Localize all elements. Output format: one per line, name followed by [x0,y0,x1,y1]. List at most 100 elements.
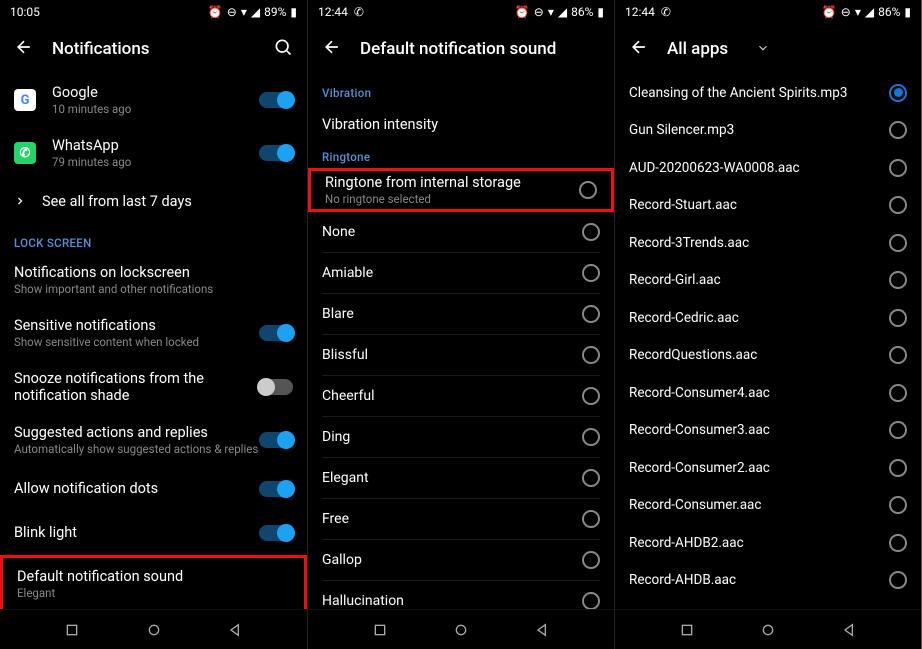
ringtone-row[interactable]: None [308,212,614,252]
radio-icon[interactable] [889,234,907,252]
setting-sub: Elegant [17,586,290,601]
radio-icon[interactable] [889,571,907,589]
radio-icon[interactable] [889,84,907,102]
radio-icon[interactable] [889,309,907,327]
app-row[interactable]: ✆ WhatsApp 79 minutes ago [0,127,307,180]
radio-icon[interactable] [582,428,600,446]
radio-icon[interactable] [582,469,600,487]
radio-icon[interactable] [889,459,907,477]
nav-back-icon[interactable] [840,621,858,639]
radio-icon[interactable] [889,196,907,214]
radio-icon[interactable] [582,510,600,528]
radio-icon[interactable] [582,223,600,241]
radio-icon[interactable] [889,421,907,439]
ringtone-row[interactable]: Cheerful [308,376,614,416]
setting-row[interactable]: Blink light [0,511,307,555]
nav-home-icon[interactable] [452,621,470,639]
status-time: 12:44 [625,5,655,19]
setting-row[interactable]: Snooze notifications from the notificati… [0,360,307,414]
vibration-intensity-row[interactable]: Vibration intensity [308,104,614,144]
radio-icon[interactable] [582,551,600,569]
toggle-switch[interactable] [259,432,293,448]
file-row[interactable]: RecordQuestions.aac [615,337,921,375]
back-icon[interactable] [322,37,342,61]
radio-icon[interactable] [889,534,907,552]
back-icon[interactable] [14,37,34,61]
nav-home-icon[interactable] [759,621,777,639]
dropdown-icon[interactable] [756,40,770,59]
radio-icon[interactable] [889,271,907,289]
file-row[interactable]: Record-Consumer3.aac [615,412,921,450]
ringtone-row[interactable]: Elegant [308,458,614,498]
content-scroll[interactable]: G Google 10 minutes ago ✆ WhatsApp 79 mi… [0,74,307,609]
radio-icon[interactable] [889,496,907,514]
nav-back-icon[interactable] [226,621,244,639]
file-row[interactable]: Record-Consumer2.aac [615,449,921,487]
radio-icon[interactable] [582,305,600,323]
see-all-label: See all from last 7 days [42,193,192,210]
toggle-switch[interactable] [259,145,293,161]
file-row[interactable]: Record-Cedric.aac [615,299,921,337]
setting-sub: Automatically show suggested actions & r… [14,442,259,457]
toggle-switch[interactable] [259,379,293,395]
file-row[interactable]: Record-3Trends.aac [615,224,921,262]
alarm-icon: ⏰ [822,5,837,19]
file-row[interactable]: Record-Consumer4.aac [615,374,921,412]
setting-row[interactable]: Suggested actions and repliesAutomatical… [0,414,307,467]
search-icon[interactable] [273,37,293,61]
ringtone-storage-row[interactable]: Ringtone from internal storage No ringto… [308,168,614,212]
nav-home-icon[interactable] [145,621,163,639]
radio-icon[interactable] [889,346,907,364]
radio-icon[interactable] [889,121,907,139]
content-scroll[interactable]: Cleansing of the Ancient Spirits.mp3 Gun… [615,74,921,609]
wifi-icon: ▾ [241,5,247,19]
radio-icon[interactable] [582,346,600,364]
setting-row[interactable]: Notifications on lockscreenShow importan… [0,254,307,307]
setting-row[interactable]: Allow notification dots [0,467,307,511]
setting-title: Blink light [14,524,259,541]
nav-recent-icon[interactable] [678,621,696,639]
setting-row[interactable]: Sensitive notificationsShow sensitive co… [0,307,307,360]
file-row[interactable]: Cleansing of the Ancient Spirits.mp3 [615,74,921,112]
file-row[interactable]: Gun Silencer.mp3 [615,112,921,150]
file-row[interactable]: Record-Consumer.aac [615,487,921,525]
ringtone-row[interactable]: Ding [308,417,614,457]
nav-recent-icon[interactable] [63,621,81,639]
nav-recent-icon[interactable] [371,621,389,639]
toggle-switch[interactable] [259,325,293,341]
toggle-switch[interactable] [259,92,293,108]
see-all-row[interactable]: See all from last 7 days [0,180,307,224]
ringtone-row[interactable]: Free [308,499,614,539]
header: All apps [615,24,921,74]
back-icon[interactable] [629,37,649,61]
radio-icon[interactable] [889,159,907,177]
radio-icon[interactable] [582,592,600,609]
status-bar: 10:05 ⏰ ⊖ ▾ ◢ 89% ▮ [0,0,307,24]
file-name: Gun Silencer.mp3 [629,122,734,138]
file-row[interactable]: Record-AHDB2.aac [615,524,921,562]
content-scroll[interactable]: Vibration Vibration intensity Ringtone R… [308,74,614,609]
radio-icon[interactable] [889,384,907,402]
radio-icon[interactable] [582,264,600,282]
ringtone-row[interactable]: Blare [308,294,614,334]
dnd-icon: ⊖ [841,5,851,19]
file-row[interactable]: Record-AHDB.aac [615,562,921,600]
file-row[interactable]: Record-Girl.aac [615,262,921,300]
nav-back-icon[interactable] [533,621,551,639]
ringtone-row[interactable]: Blissful [308,335,614,375]
file-row[interactable]: AUD-20200623-WA0008.aac [615,149,921,187]
ringtone-row[interactable]: Amiable [308,253,614,293]
section-header-vibration: Vibration [308,74,614,104]
app-row[interactable]: G Google 10 minutes ago [0,74,307,127]
toggle-switch[interactable] [259,481,293,497]
file-row[interactable]: Record-Stuart.aac [615,187,921,225]
ringtone-row[interactable]: Hallucination [308,581,614,609]
file-name: Record-Consumer.aac [629,497,761,513]
radio-icon[interactable] [579,181,597,199]
setting-row[interactable]: Default notification soundElegant [0,555,307,609]
dnd-icon: ⊖ [227,5,237,19]
section-header-ringtone: Ringtone [308,144,614,168]
ringtone-row[interactable]: Gallop [308,540,614,580]
toggle-switch[interactable] [259,525,293,541]
radio-icon[interactable] [582,387,600,405]
